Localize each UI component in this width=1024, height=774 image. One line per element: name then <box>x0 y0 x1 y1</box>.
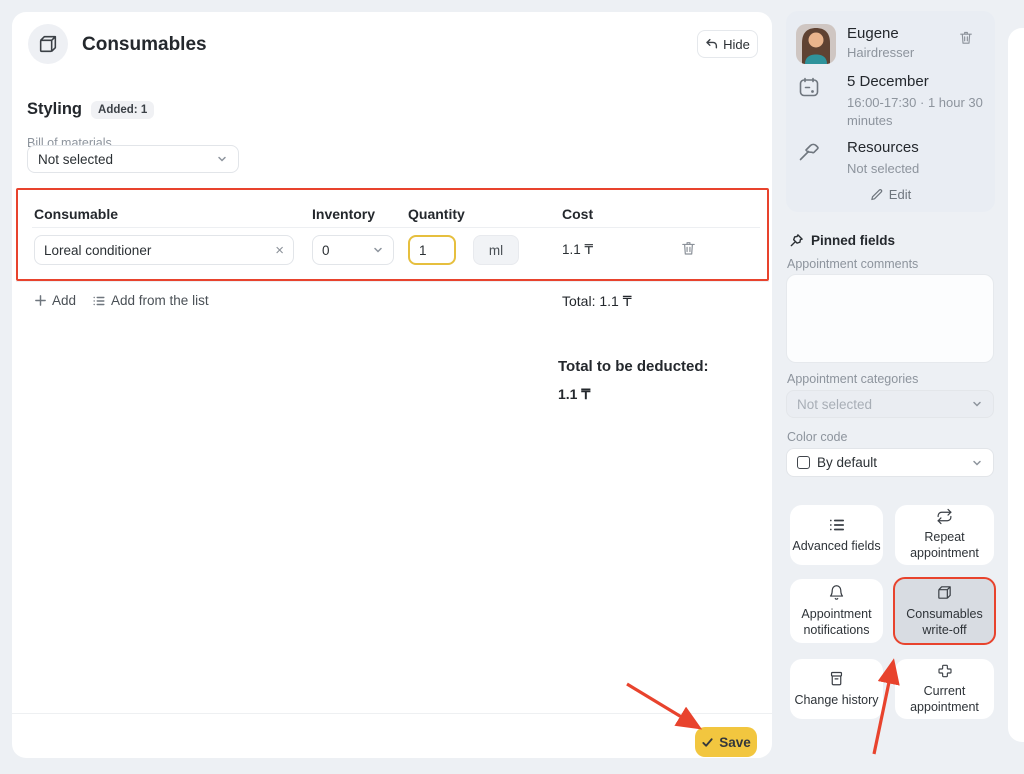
page-title: Consumables <box>82 34 207 56</box>
bill-of-materials-select[interactable]: Not selected <box>27 145 239 173</box>
comments-label: Appointment comments <box>787 257 918 271</box>
table-bottom-divider <box>16 281 769 282</box>
categories-select[interactable]: Not selected <box>786 390 994 418</box>
advanced-fields-label: Advanced fields <box>792 539 880 555</box>
consumables-write-off-label: Consumables write-off <box>897 607 992 638</box>
resources-value: Not selected <box>847 160 995 178</box>
chevron-down-icon <box>971 457 983 469</box>
repeat-appointment-button[interactable]: Repeat appointment <box>895 505 994 565</box>
inventory-select[interactable]: 0 <box>312 235 394 265</box>
unit-value: ml <box>489 243 503 258</box>
col-cost: Cost <box>562 206 593 222</box>
hide-button[interactable]: Hide <box>697 30 758 58</box>
color-swatch <box>797 456 810 469</box>
col-quantity: Quantity <box>408 206 465 222</box>
edit-button-label: Edit <box>889 187 911 202</box>
footer-divider <box>12 713 772 714</box>
inventory-value: 0 <box>322 243 330 258</box>
adjacent-panel-edge <box>1008 28 1024 742</box>
calendar-icon <box>797 75 821 99</box>
edit-button[interactable]: Edit <box>786 187 995 202</box>
total-line: Total: 1.1 ₸ <box>562 293 632 310</box>
delete-row-button[interactable] <box>680 239 697 257</box>
staff-role: Hairdresser <box>847 45 914 60</box>
consumables-screen: Consumables Hide Styling Added: 1 Bill o… <box>0 0 1024 774</box>
deduct-label: Total to be deducted: <box>558 358 709 375</box>
consumable-field[interactable]: × <box>34 235 294 265</box>
add-from-list-label: Add from the list <box>111 293 209 308</box>
color-code-value: By default <box>817 455 877 470</box>
current-appointment-label: Current appointment <box>897 684 992 715</box>
cube-icon <box>28 24 68 64</box>
table-header-divider <box>32 227 760 228</box>
return-arrow-icon <box>705 38 718 51</box>
consumable-input[interactable] <box>44 243 275 258</box>
current-appointment-button[interactable]: Current appointment <box>895 659 994 719</box>
deduct-value: 1.1 ₸ <box>558 386 590 403</box>
color-code-label: Color code <box>787 430 847 444</box>
change-history-button[interactable]: Change history <box>790 659 883 719</box>
col-consumable: Consumable <box>34 206 118 222</box>
change-history-label: Change history <box>794 693 878 709</box>
added-count-badge: Added: 1 <box>91 101 154 119</box>
consumables-panel: Consumables Hide Styling Added: 1 Bill o… <box>12 12 772 758</box>
clear-icon[interactable]: × <box>275 243 284 258</box>
trash-icon <box>958 29 974 46</box>
appointment-notifications-button[interactable]: Appointment notifications <box>790 579 883 643</box>
chevron-down-icon <box>971 398 983 410</box>
consumables-write-off-button[interactable]: Consumables write-off <box>893 577 996 645</box>
save-button-label: Save <box>719 735 751 750</box>
trash-icon <box>680 239 697 257</box>
staff-name: Eugene <box>847 25 899 42</box>
quantity-input[interactable] <box>419 243 445 258</box>
categories-label: Appointment categories <box>787 372 918 386</box>
appointment-time: 16:00-17:30 · 1 hour 30 minutes <box>847 94 995 129</box>
repeat-appointment-label: Repeat appointment <box>897 530 992 561</box>
row-cost: 1.1 ₸ <box>562 242 593 258</box>
appointment-notifications-label: Appointment notifications <box>792 607 881 638</box>
col-inventory: Inventory <box>312 206 375 222</box>
chevron-down-icon <box>216 153 228 165</box>
add-from-list-button[interactable]: Add from the list <box>92 293 209 308</box>
plus-icon <box>34 294 47 307</box>
list-icon <box>828 516 846 534</box>
plus-icon <box>937 663 953 679</box>
comments-textarea[interactable] <box>786 274 994 363</box>
service-section-title: Styling <box>27 100 82 119</box>
bill-of-materials-value: Not selected <box>38 152 113 167</box>
hammer-icon <box>797 139 821 163</box>
cube-icon <box>936 584 953 602</box>
repeat-icon <box>936 508 953 525</box>
pinned-fields-label: Pinned fields <box>811 233 895 248</box>
categories-value: Not selected <box>797 397 872 412</box>
add-button[interactable]: Add <box>34 293 76 308</box>
appointment-date: 5 December <box>847 73 929 90</box>
add-button-label: Add <box>52 293 76 308</box>
hide-button-label: Hide <box>723 37 750 52</box>
unit-field: ml <box>473 235 519 265</box>
bell-icon <box>828 584 845 602</box>
chevron-down-icon <box>372 244 384 256</box>
appointment-summary-card: Eugene Hairdresser 5 December 16:00-17:3… <box>786 11 995 212</box>
resources-title: Resources <box>847 139 919 156</box>
check-icon <box>701 736 714 749</box>
advanced-fields-button[interactable]: Advanced fields <box>790 505 883 565</box>
remove-staff-button[interactable] <box>958 29 974 46</box>
save-button[interactable]: Save <box>695 727 757 757</box>
archive-icon <box>828 670 845 688</box>
quantity-field[interactable] <box>408 235 456 265</box>
list-icon <box>92 294 106 308</box>
pinned-fields-header: Pinned fields <box>789 233 895 248</box>
pin-icon <box>789 233 804 248</box>
color-code-select[interactable]: By default <box>786 448 994 477</box>
pencil-icon <box>870 188 883 201</box>
avatar <box>796 24 836 64</box>
